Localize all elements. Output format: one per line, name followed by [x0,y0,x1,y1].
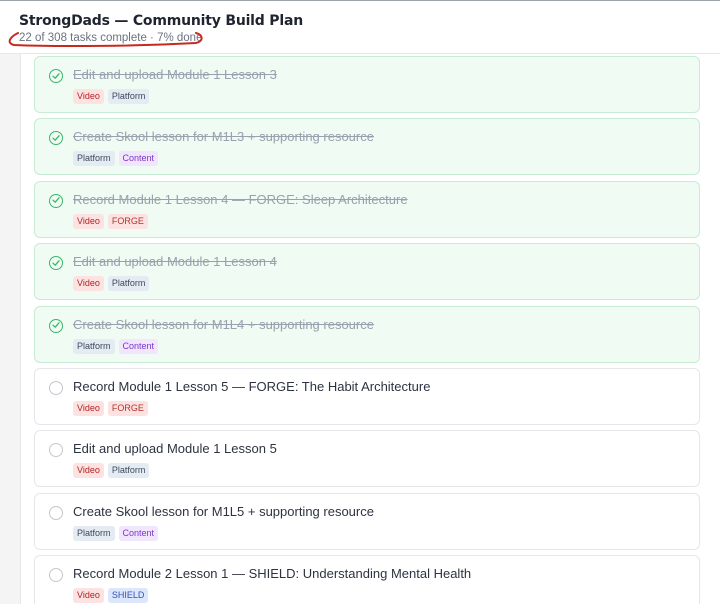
completed-check-icon[interactable] [49,193,63,208]
completed-check-icon[interactable] [49,256,63,271]
tag-platform: Platform [107,276,150,292]
page-title: StrongDads — Community Build Plan [19,13,303,29]
task-item[interactable]: Edit and upload Module 1 Lesson 4 Video Pl… [34,243,700,301]
tag-platform: Platform [107,463,150,479]
incomplete-checkbox[interactable] [49,443,63,458]
tag-content: Content [118,151,159,167]
task-tags: Video Platform [73,463,150,479]
task-tags: Video SHIELD [73,588,149,604]
tag-video: Video [73,89,104,104]
task-item[interactable]: Edit and upload Module 1 Lesson 5 Video Pl… [34,430,700,488]
task-item[interactable]: Record Module 2 Lesson 1 — SHIELD: Under… [34,555,700,604]
task-title[interactable]: Edit and upload Module 1 Lesson 5 [73,441,277,456]
task-tags: Platform Content [73,525,159,541]
tag-platform: Platform [107,89,150,104]
tag-forge: FORGE [107,401,148,416]
task-tags: Platform Content [73,338,159,354]
task-title[interactable]: Record Module 1 Lesson 4 — FORGE: Sleep … [73,192,408,207]
tag-video: Video [73,463,104,479]
task-title[interactable]: Edit and upload Module 1 Lesson 4 [73,254,277,269]
tag-platform: Platform [73,338,115,354]
task-item[interactable]: Record Module 1 Lesson 4 — FORGE: Sleep … [34,180,700,238]
task-list: Edit and upload Module 1 Lesson 3 Video Pl… [20,54,720,604]
task-title[interactable]: Record Module 1 Lesson 5 — FORGE: The Ha… [73,379,430,394]
task-title[interactable]: Create Skool lesson for M1L5 + supportin… [73,504,374,519]
tag-forge: FORGE [107,213,148,229]
tag-platform: Platform [73,151,115,167]
incomplete-checkbox[interactable] [49,505,63,520]
task-title[interactable]: Record Module 2 Lesson 1 — SHIELD: Under… [73,566,471,581]
task-item[interactable]: Edit and upload Module 1 Lesson 3 Video Pl… [34,56,700,113]
task-item[interactable]: Create Skool lesson for M1L3 + supportin… [34,118,700,176]
incomplete-checkbox[interactable] [49,568,63,583]
tag-platform: Platform [73,525,115,541]
task-item[interactable]: Create Skool lesson for M1L5 + supportin… [34,492,700,550]
task-title[interactable]: Create Skool lesson for M1L4 + supportin… [73,317,374,332]
tag-video: Video [73,588,104,604]
task-tags: Video FORGE [73,401,148,416]
progress-summary: 22 of 308 tasks complete · 7% done [19,32,203,44]
page-header: StrongDads — Community Build Plan 22 of … [0,0,720,54]
tag-video: Video [73,213,104,229]
tag-video: Video [73,401,104,416]
task-tags: Video Platform [73,89,150,104]
task-tags: Video FORGE [73,213,148,229]
tag-content: Content [118,525,159,541]
task-item[interactable]: Record Module 1 Lesson 5 — FORGE: The Ha… [34,368,700,425]
completed-check-icon[interactable] [49,318,63,333]
completed-check-icon[interactable] [49,131,63,146]
incomplete-checkbox[interactable] [49,381,63,395]
tag-shield: SHIELD [107,588,149,604]
tag-video: Video [73,276,104,292]
task-item[interactable]: Create Skool lesson for M1L4 + supportin… [34,305,700,363]
task-title[interactable]: Create Skool lesson for M1L3 + supportin… [73,129,374,144]
tag-content: Content [118,338,159,354]
task-tags: Platform Content [73,151,159,167]
completed-check-icon[interactable] [49,69,63,83]
task-tags: Video Platform [73,276,150,292]
task-title[interactable]: Edit and upload Module 1 Lesson 3 [73,67,277,82]
